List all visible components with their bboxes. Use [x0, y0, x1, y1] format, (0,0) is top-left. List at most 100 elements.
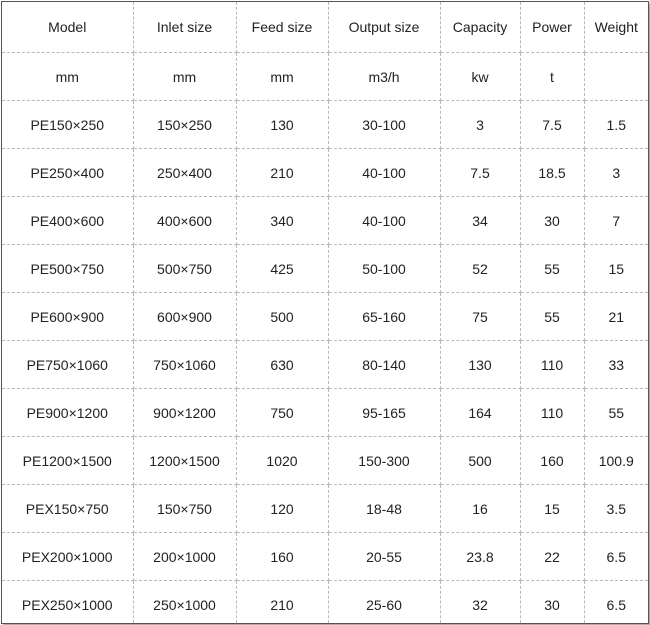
cell-feed-size: 210	[236, 580, 329, 623]
cell-power: 22	[520, 532, 585, 581]
cell-inlet-size: 150×250	[133, 100, 237, 149]
cell-inlet-size: 900×1200	[133, 388, 237, 437]
cell-capacity: 75	[440, 292, 521, 341]
cell-power: 7.5	[520, 100, 585, 149]
cell-inlet-size: 400×600	[133, 196, 237, 245]
cell-model: PE400×600	[2, 196, 134, 245]
cell-model: PE1200×1500	[2, 436, 134, 485]
cell-output-size: 18-48	[328, 484, 441, 533]
cell-power: 18.5	[520, 148, 585, 197]
unit-cell-power: t	[520, 52, 585, 101]
unit-cell-capacity: kw	[440, 52, 521, 101]
spec-table-frame: Model Inlet size Feed size Output size C…	[1, 1, 649, 624]
cell-capacity: 500	[440, 436, 521, 485]
header-cell-capacity: Capacity	[440, 2, 521, 53]
cell-inlet-size: 250×1000	[133, 580, 237, 623]
cell-capacity: 52	[440, 244, 521, 293]
cell-feed-size: 130	[236, 100, 329, 149]
cell-weight: 3.5	[584, 484, 648, 533]
table-row: PE600×900 600×900 500 65-160 75 55 21	[2, 292, 648, 341]
header-cell-power: Power	[520, 2, 585, 53]
header-cell-feed-size: Feed size	[236, 2, 329, 53]
spec-table-body: Model Inlet size Feed size Output size C…	[2, 2, 648, 623]
cell-capacity: 7.5	[440, 148, 521, 197]
cell-feed-size: 750	[236, 388, 329, 437]
header-cell-weight: Weight	[584, 2, 648, 53]
cell-inlet-size: 750×1060	[133, 340, 237, 389]
cell-model: PE150×250	[2, 100, 134, 149]
cell-power: 55	[520, 244, 585, 293]
cell-capacity: 23.8	[440, 532, 521, 581]
cell-model: PE900×1200	[2, 388, 134, 437]
unit-cell-weight	[584, 52, 648, 101]
cell-capacity: 130	[440, 340, 521, 389]
cell-feed-size: 500	[236, 292, 329, 341]
cell-weight: 6.5	[584, 532, 648, 581]
cell-weight: 55	[584, 388, 648, 437]
cell-model: PEX250×1000	[2, 580, 134, 623]
cell-weight: 3	[584, 148, 648, 197]
cell-power: 30	[520, 580, 585, 623]
cell-weight: 7	[584, 196, 648, 245]
cell-power: 30	[520, 196, 585, 245]
header-cell-model: Model	[2, 2, 134, 53]
cell-model: PEX200×1000	[2, 532, 134, 581]
cell-weight: 1.5	[584, 100, 648, 149]
cell-output-size: 80-140	[328, 340, 441, 389]
cell-feed-size: 1020	[236, 436, 329, 485]
header-cell-output-size: Output size	[328, 2, 441, 53]
cell-output-size: 65-160	[328, 292, 441, 341]
unit-cell-feed-size: mm	[236, 52, 329, 101]
cell-capacity: 16	[440, 484, 521, 533]
cell-model: PE600×900	[2, 292, 134, 341]
cell-model: PE250×400	[2, 148, 134, 197]
table-row: PE1200×1500 1200×1500 1020 150-300 500 160 100…	[2, 436, 648, 485]
cell-output-size: 25-60	[328, 580, 441, 623]
cell-model: PEX150×750	[2, 484, 134, 533]
cell-power: 110	[520, 340, 585, 389]
cell-output-size: 95-165	[328, 388, 441, 437]
cell-power: 160	[520, 436, 585, 485]
cell-output-size: 40-100	[328, 148, 441, 197]
cell-capacity: 32	[440, 580, 521, 623]
cell-model: PE500×750	[2, 244, 134, 293]
header-cell-inlet-size: Inlet size	[133, 2, 237, 53]
spec-table: Model Inlet size Feed size Output size C…	[2, 2, 648, 623]
cell-power: 55	[520, 292, 585, 341]
cell-inlet-size: 150×750	[133, 484, 237, 533]
cell-inlet-size: 500×750	[133, 244, 237, 293]
table-row: PE400×600 400×600 340 40-100 34 30 7	[2, 196, 648, 245]
table-row: PE250×400 250×400 210 40-100 7.5 18.5 3	[2, 148, 648, 197]
cell-weight: 21	[584, 292, 648, 341]
table-row: PE150×250 150×250 130 30-100 3 7.5 1.5	[2, 100, 648, 149]
cell-power: 15	[520, 484, 585, 533]
cell-weight: 15	[584, 244, 648, 293]
cell-model: PE750×1060	[2, 340, 134, 389]
cell-feed-size: 160	[236, 532, 329, 581]
table-row: PEX200×1000 200×1000 160 20-55 23.8 22 6.5	[2, 532, 648, 581]
table-row: PEX250×1000 250×1000 210 25-60 32 30 6.5	[2, 580, 648, 623]
table-row: PE500×750 500×750 425 50-100 52 55 15	[2, 244, 648, 293]
cell-output-size: 40-100	[328, 196, 441, 245]
cell-inlet-size: 1200×1500	[133, 436, 237, 485]
cell-output-size: 50-100	[328, 244, 441, 293]
cell-weight: 100.9	[584, 436, 648, 485]
cell-weight: 6.5	[606, 596, 626, 613]
cell-output-size: 30-100	[328, 100, 441, 149]
cell-output-size: 150-300	[328, 436, 441, 485]
cell-feed-size: 340	[236, 196, 329, 245]
unit-cell-output-size: m3/h	[328, 52, 441, 101]
cell-feed-size: 210	[236, 148, 329, 197]
cell-feed-size: 120	[236, 484, 329, 533]
table-row: PE900×1200 900×1200 750 95-165 164 110 55	[2, 388, 648, 437]
cell-weight: 33	[584, 340, 648, 389]
cell-feed-size: 630	[236, 340, 329, 389]
cell-capacity: 3	[440, 100, 521, 149]
cell-capacity: 164	[440, 388, 521, 437]
unit-cell-inlet-size: mm	[133, 52, 237, 101]
cell-output-size: 20-55	[328, 532, 441, 581]
unit-cell-model: mm	[2, 52, 134, 101]
cell-inlet-size: 600×900	[133, 292, 237, 341]
header-row: Model Inlet size Feed size Output size C…	[2, 2, 648, 53]
cell-inlet-size: 250×400	[133, 148, 237, 197]
